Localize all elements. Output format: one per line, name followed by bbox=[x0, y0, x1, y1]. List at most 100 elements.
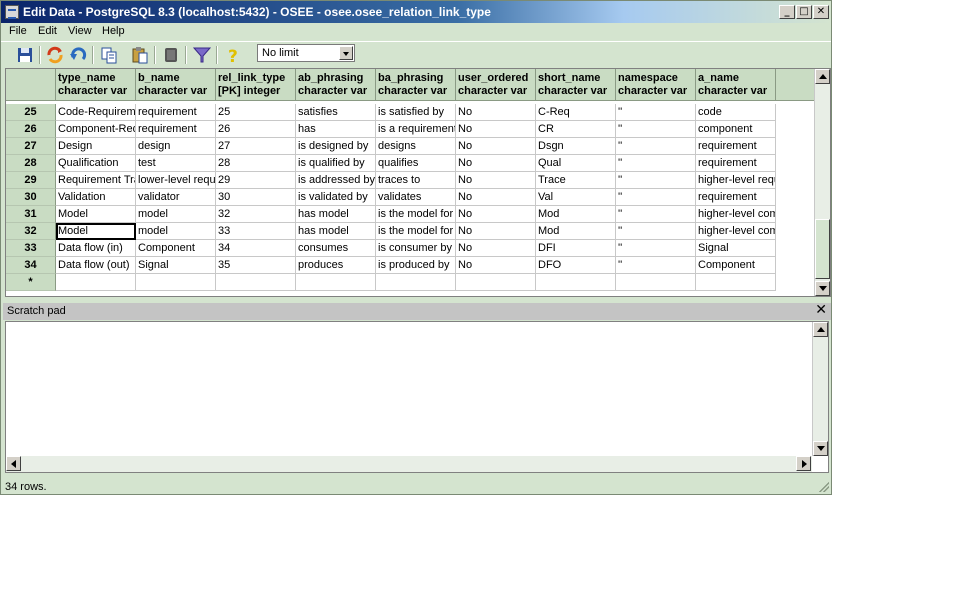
table-cell[interactable]: No bbox=[456, 138, 536, 155]
table-cell[interactable]: 34 bbox=[216, 240, 296, 257]
row-number[interactable]: 29 bbox=[6, 172, 56, 189]
column-header[interactable]: ba_phrasing character var bbox=[376, 69, 456, 101]
scratch-vertical-scrollbar[interactable] bbox=[812, 322, 828, 456]
table-cell[interactable]: requirement bbox=[136, 104, 216, 121]
filter-icon[interactable] bbox=[192, 45, 212, 65]
row-number[interactable]: 26 bbox=[6, 121, 56, 138]
table-cell[interactable]: satisfies bbox=[296, 104, 376, 121]
table-cell[interactable]: No bbox=[456, 121, 536, 138]
column-header[interactable]: user_ordered character var bbox=[456, 69, 536, 101]
table-cell[interactable]: Validation bbox=[56, 189, 136, 206]
table-cell[interactable]: CR bbox=[536, 121, 616, 138]
table-cell[interactable]: Component bbox=[136, 240, 216, 257]
table-cell[interactable]: DFO bbox=[536, 257, 616, 274]
table-cell[interactable]: 32 bbox=[216, 206, 296, 223]
table-cell[interactable]: Model bbox=[56, 206, 136, 223]
column-header[interactable]: b_name character var bbox=[136, 69, 216, 101]
table-cell[interactable]: is a requirement bbox=[376, 121, 456, 138]
table-cell[interactable]: 27 bbox=[216, 138, 296, 155]
table-cell[interactable]: higher-level com bbox=[696, 206, 776, 223]
table-cell[interactable]: No bbox=[456, 155, 536, 172]
table-cell[interactable]: is the model for bbox=[376, 206, 456, 223]
table-cell[interactable]: Data flow (out) bbox=[56, 257, 136, 274]
table-cell[interactable]: Code-Requireme bbox=[56, 104, 136, 121]
table-cell[interactable]: requirement bbox=[696, 155, 776, 172]
table-cell[interactable]: No bbox=[456, 223, 536, 240]
table-cell[interactable]: model bbox=[136, 223, 216, 240]
table-cell[interactable]: is produced by bbox=[376, 257, 456, 274]
close-button[interactable]: ✕ bbox=[813, 5, 829, 19]
table-cell[interactable]: 35 bbox=[216, 257, 296, 274]
row-number[interactable]: 28 bbox=[6, 155, 56, 172]
table-cell[interactable]: DFI bbox=[536, 240, 616, 257]
table-cell[interactable]: model bbox=[136, 206, 216, 223]
row-number[interactable]: 33 bbox=[6, 240, 56, 257]
table-cell[interactable]: Val bbox=[536, 189, 616, 206]
scratch-pad-textarea[interactable] bbox=[5, 321, 829, 473]
table-cell[interactable]: Design bbox=[56, 138, 136, 155]
table-cell[interactable]: designs bbox=[376, 138, 456, 155]
table-cell[interactable]: lower-level requ bbox=[136, 172, 216, 189]
table-cell[interactable]: Mod bbox=[536, 206, 616, 223]
column-header[interactable]: ab_phrasing character var bbox=[296, 69, 376, 101]
table-cell[interactable]: Dsgn bbox=[536, 138, 616, 155]
scroll-thumb[interactable] bbox=[815, 219, 830, 279]
table-cell[interactable]: '' bbox=[616, 240, 696, 257]
column-header[interactable]: type_name character var bbox=[56, 69, 136, 101]
table-cell[interactable]: component bbox=[696, 121, 776, 138]
table-cell[interactable]: No bbox=[456, 189, 536, 206]
save-icon[interactable] bbox=[15, 45, 35, 65]
new-row-cell[interactable] bbox=[696, 274, 776, 291]
refresh-icon[interactable] bbox=[45, 45, 65, 65]
scroll-down-button[interactable] bbox=[813, 441, 828, 456]
grid-corner[interactable] bbox=[6, 69, 56, 101]
table-cell[interactable]: '' bbox=[616, 121, 696, 138]
table-cell[interactable]: No bbox=[456, 104, 536, 121]
table-cell[interactable]: Data flow (in) bbox=[56, 240, 136, 257]
table-cell[interactable]: requirement bbox=[136, 121, 216, 138]
table-cell[interactable]: is satisfied by bbox=[376, 104, 456, 121]
table-cell[interactable]: requirement bbox=[696, 189, 776, 206]
table-cell[interactable]: Qual bbox=[536, 155, 616, 172]
table-cell[interactable]: Signal bbox=[696, 240, 776, 257]
column-header[interactable]: namespace character var bbox=[616, 69, 696, 101]
column-header[interactable]: rel_link_type [PK] integer bbox=[216, 69, 296, 101]
table-cell[interactable]: '' bbox=[616, 155, 696, 172]
table-cell[interactable]: has bbox=[296, 121, 376, 138]
scroll-up-button[interactable] bbox=[813, 322, 828, 337]
row-number[interactable]: 30 bbox=[6, 189, 56, 206]
table-cell[interactable]: Component bbox=[696, 257, 776, 274]
table-cell[interactable]: is designed by bbox=[296, 138, 376, 155]
table-cell[interactable]: consumes bbox=[296, 240, 376, 257]
new-row-cell[interactable] bbox=[56, 274, 136, 291]
table-cell[interactable]: has model bbox=[296, 223, 376, 240]
menu-help[interactable]: Help bbox=[102, 25, 125, 37]
table-cell[interactable]: No bbox=[456, 240, 536, 257]
table-cell[interactable]: 26 bbox=[216, 121, 296, 138]
maximize-button[interactable]: □ bbox=[796, 5, 812, 19]
new-row-cell[interactable] bbox=[136, 274, 216, 291]
table-cell[interactable]: '' bbox=[616, 206, 696, 223]
help-icon[interactable]: ? bbox=[223, 45, 243, 67]
menu-edit[interactable]: Edit bbox=[38, 25, 57, 37]
table-cell[interactable]: No bbox=[456, 172, 536, 189]
new-row-cell[interactable] bbox=[536, 274, 616, 291]
row-number[interactable]: 25 bbox=[6, 104, 56, 121]
row-number[interactable]: 31 bbox=[6, 206, 56, 223]
table-cell[interactable]: code bbox=[696, 104, 776, 121]
menu-view[interactable]: View bbox=[68, 25, 92, 37]
row-limit-select[interactable]: No limit bbox=[257, 44, 355, 62]
table-cell[interactable]: C-Req bbox=[536, 104, 616, 121]
table-cell[interactable]: validator bbox=[136, 189, 216, 206]
table-cell[interactable]: Requirement Tra bbox=[56, 172, 136, 189]
table-cell[interactable]: is consumer by bbox=[376, 240, 456, 257]
title-bar[interactable]: Edit Data - PostgreSQL 8.3 (localhost:54… bbox=[1, 1, 831, 23]
table-cell[interactable]: Trace bbox=[536, 172, 616, 189]
new-row-cell[interactable] bbox=[456, 274, 536, 291]
delete-icon[interactable] bbox=[161, 45, 181, 65]
table-cell[interactable]: higher-level com bbox=[696, 223, 776, 240]
table-cell[interactable]: higher-level requ bbox=[696, 172, 776, 189]
table-cell[interactable]: 25 bbox=[216, 104, 296, 121]
table-cell[interactable]: design bbox=[136, 138, 216, 155]
row-number[interactable]: 27 bbox=[6, 138, 56, 155]
